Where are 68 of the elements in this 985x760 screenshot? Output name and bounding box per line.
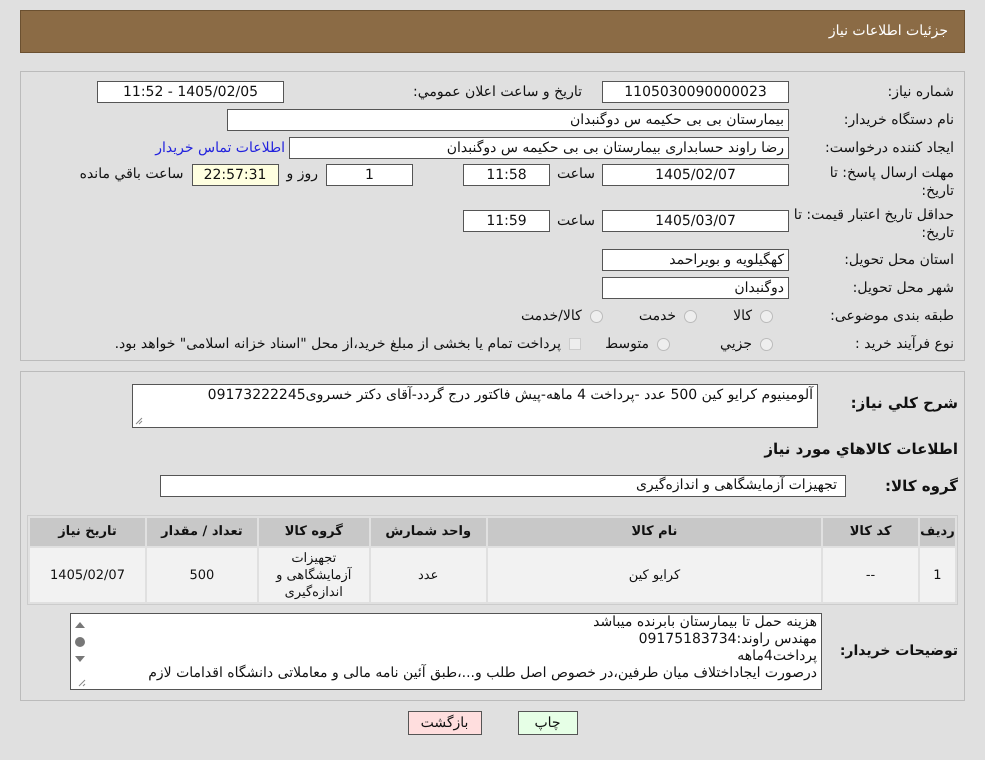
table-cell: تجهیزات آزمایشگاهی و اندازه‌گیری: [258, 547, 370, 603]
column-header: تاریخ نیاز: [29, 517, 146, 547]
column-header: تعداد / مقدار: [146, 517, 258, 547]
column-header: کد کالا: [822, 517, 919, 547]
page-title: جزئیات اطلاعات نیاز: [828, 22, 948, 41]
field-label: ایجاد کننده درخواست:: [824, 139, 954, 157]
field-label: شماره نیاز:: [886, 83, 954, 101]
field-label: مهلت ارسال پاسخ: تا تاریخ:: [828, 164, 954, 200]
table-cell: کرایو کین: [486, 547, 822, 603]
back-button[interactable]: بازگشت: [408, 711, 482, 735]
field-label: توضیحات خریدار:: [838, 642, 958, 661]
contact-link[interactable]: اطلاعات تماس خریدار: [155, 138, 285, 158]
remaining-label: ساعت باقي مانده: [80, 165, 184, 184]
field-label: تاریخ و ساعت اعلان عمومي:: [412, 83, 582, 101]
text-field[interactable]: 1405/02/05 - 11:52: [97, 81, 284, 103]
radio-label: کالا/خدمت: [520, 306, 582, 326]
table-cell: عدد: [370, 547, 487, 603]
text-field[interactable]: 22:57:31: [192, 164, 278, 186]
notes-line: هزینه حمل تا بیمارستان بابرنده میباشد: [592, 614, 817, 631]
section-title: اطلاعات کالاهاي مورد نیاز: [762, 439, 958, 460]
radio-label: کالا: [733, 306, 752, 326]
text-field[interactable]: 11:59: [463, 210, 550, 232]
text-field[interactable]: 1405/03/07: [602, 210, 789, 232]
radio-label: خدمت: [638, 306, 676, 326]
radio-label: متوسط: [605, 334, 650, 354]
column-header: گروه کالا: [258, 517, 370, 547]
treasury-note: پرداخت تمام یا بخشی از مبلغ خرید،از محل "اسناد خزانه اسلامی" خواهد بود.: [114, 334, 562, 354]
field-label: شهر محل تحویل:: [852, 279, 954, 297]
field-label: طبقه بندی موضوعی:: [829, 307, 954, 325]
time-label: ساعت: [556, 212, 596, 230]
text-field[interactable]: تجهیزات آزمایشگاهی و اندازه‌گیری: [160, 474, 846, 497]
text-field[interactable]: بیمارستان بی بی حکیمه س دوگنبدان: [227, 109, 789, 131]
days-label: روز و: [284, 165, 319, 184]
table-cell: 1: [918, 547, 956, 603]
field-label: گروه کالا:: [884, 476, 958, 497]
radio-button[interactable]: [760, 338, 773, 350]
text-field[interactable]: 11:58: [463, 164, 550, 186]
resize-grip-icon[interactable]: [135, 417, 143, 425]
text-field[interactable]: 1: [326, 164, 413, 186]
text-field[interactable]: 1405/02/07: [602, 164, 789, 186]
column-header: نام کالا: [486, 517, 822, 547]
print-button[interactable]: چاپ: [518, 711, 578, 735]
field-label: نام دستگاه خریدار:: [842, 111, 954, 129]
radio-button[interactable]: [590, 310, 603, 322]
table-cell: 1405/02/07: [29, 547, 146, 603]
table-cell: --: [822, 547, 919, 603]
radio-label: جزيي: [720, 334, 752, 354]
text-field[interactable]: رضا راوند حسابداری بیمارستان بی بی حکیمه س دوگنبدان: [289, 137, 789, 159]
column-header: واحد شمارش: [370, 517, 487, 547]
field-label: حداقل تاریخ اعتبار قیمت: تا تاریخ:: [792, 206, 954, 242]
radio-button[interactable]: [684, 310, 698, 322]
table-cell: 500: [146, 547, 258, 603]
text-field[interactable]: کهگیلویه و بویراحمد: [602, 249, 789, 271]
field-label: نوع فرآیند خرید :: [854, 335, 954, 353]
time-label: ساعت: [556, 165, 596, 184]
checkbox[interactable]: [569, 338, 582, 350]
text-field[interactable]: دوگنبدان: [602, 277, 789, 299]
column-header: ردیف: [918, 517, 956, 547]
field-label: شرح کلي نیاز:: [850, 393, 958, 414]
text-field[interactable]: 1105030090000023: [602, 81, 789, 103]
notes-field[interactable]: هزینه حمل تا بیمارستان بابرنده میباشد مهندس راوند:09175183734 پرداخت4ماهه درصورت ایجاداختلاف میان طرفین،در خصوص اصل طلب و...،طبق آئین نامه مالی و معاملاتی دانشگاه اقدامات لازم: [70, 613, 822, 690]
notes-line: مهندس راوند:09175183734: [638, 631, 817, 648]
notes-line: پرداخت4ماهه: [736, 648, 817, 665]
notes-line: درصورت ایجاداختلاف میان طرفین،در خصوص اصل طلب و...،طبق آئین نامه مالی و معاملاتی دانشگاه اقدامات لازم: [147, 665, 817, 682]
field-label: استان محل تحویل:: [843, 251, 954, 269]
radio-button[interactable]: [760, 310, 773, 322]
radio-button[interactable]: [657, 338, 670, 350]
description-field[interactable]: آلومینیوم کرایو کین 500 عدد -پرداخت 4 ماهه-پیش فاکتور درج گردد-آقای دکتر خسروی09173222245: [132, 384, 818, 428]
